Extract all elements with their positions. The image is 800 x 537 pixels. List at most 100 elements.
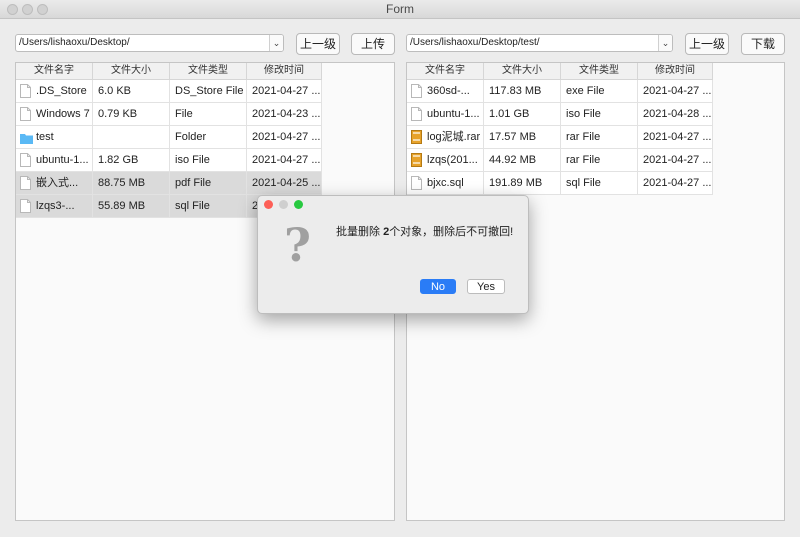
- cell-modified: 2021-04-27 ...: [638, 149, 713, 171]
- cell-text: lzqs(201...: [427, 154, 478, 166]
- local-up-button[interactable]: 上一级: [296, 33, 340, 55]
- cell-name: .DS_Store: [16, 80, 93, 102]
- chevron-down-icon[interactable]: ⌄: [658, 35, 672, 51]
- table-row[interactable]: lzqs(201... 44.92 MB rar File 2021-04-27 ..…: [407, 149, 713, 172]
- table-row[interactable]: bjxc.sql 191.89 MB sql File 2021-04-27 ...: [407, 172, 713, 195]
- cell-text: 191.89 MB: [489, 177, 543, 189]
- upload-button[interactable]: 上传: [351, 33, 395, 55]
- cell-text: 44.92 MB: [489, 154, 537, 166]
- main-window: Form /Users/lishaoxu/Desktop/ ⌄ 上一级 上传 /…: [0, 0, 800, 537]
- cell-text: pdf File: [175, 177, 212, 189]
- cell-type: sql File: [170, 195, 247, 217]
- chevron-down-icon[interactable]: ⌄: [269, 35, 283, 51]
- cell-text: File: [175, 108, 193, 120]
- remote-path-value: /Users/lishaoxu/Desktop/test/: [410, 37, 540, 48]
- dialog-message-suffix: 个对象，删除后不可撤回!: [389, 226, 514, 238]
- column-header[interactable]: 文件名字: [16, 63, 93, 79]
- archive-icon: [411, 153, 422, 171]
- cell-text: 2021-04-27 ...: [252, 131, 321, 143]
- dialog-zoom-button[interactable]: [294, 200, 303, 209]
- column-header[interactable]: 文件名字: [407, 63, 484, 79]
- cell-size: 6.0 KB: [93, 80, 170, 102]
- cell-name: 360sd-...: [407, 80, 484, 102]
- cell-modified: 2021-04-25 ...: [247, 172, 322, 194]
- cell-text: 2021-04-27 ...: [643, 85, 712, 97]
- table-row[interactable]: ubuntu-1... 1.01 GB iso File 2021-04-28 ...: [407, 103, 713, 126]
- download-button[interactable]: 下载: [741, 33, 785, 55]
- cell-size: 88.75 MB: [93, 172, 170, 194]
- cell-text: ubuntu-1...: [427, 108, 480, 120]
- local-path-combo[interactable]: /Users/lishaoxu/Desktop/ ⌄: [15, 34, 284, 52]
- cell-type: iso File: [561, 103, 638, 125]
- close-window-button[interactable]: [7, 4, 18, 15]
- cell-size: 1.01 GB: [484, 103, 561, 125]
- cell-type: rar File: [561, 149, 638, 171]
- dialog-close-button[interactable]: [264, 200, 273, 209]
- document-icon: [411, 176, 422, 194]
- cell-text: bjxc.sql: [427, 177, 464, 189]
- cell-text: 88.75 MB: [98, 177, 146, 189]
- cell-type: DS_Store File: [170, 80, 247, 102]
- cell-name: 嵌入式...: [16, 172, 93, 194]
- cell-type: Folder: [170, 126, 247, 148]
- table-row[interactable]: 360sd-... 117.83 MB exe File 2021-04-27 ...: [407, 80, 713, 103]
- cell-text: 17.57 MB: [489, 131, 537, 143]
- window-title: Form: [386, 2, 414, 16]
- cell-text: DS_Store File: [175, 85, 244, 97]
- table-row[interactable]: 嵌入式... 88.75 MB pdf File 2021-04-25 ...: [16, 172, 322, 195]
- yes-button[interactable]: Yes: [467, 279, 505, 294]
- cell-text: 55.89 MB: [98, 200, 146, 212]
- cell-text: 2021-04-25 ...: [252, 177, 321, 189]
- cell-name: lzqs3-...: [16, 195, 93, 217]
- folder-icon: [20, 130, 33, 148]
- cell-text: 1.82 GB: [98, 154, 139, 166]
- column-header[interactable]: 文件类型: [170, 63, 247, 79]
- cell-modified: 2021-04-27 ...: [247, 149, 322, 171]
- remote-path-combo[interactable]: /Users/lishaoxu/Desktop/test/ ⌄: [406, 34, 673, 52]
- table-row[interactable]: Windows 7 0.79 KB File 2021-04-23 ...: [16, 103, 322, 126]
- table-row[interactable]: .DS_Store 6.0 KB DS_Store File 2021-04-27 .…: [16, 80, 322, 103]
- no-button[interactable]: No: [420, 279, 456, 294]
- document-icon: [20, 199, 31, 217]
- table-row[interactable]: log泥城.rar 17.57 MB rar File 2021-04-27 ...: [407, 126, 713, 149]
- cell-modified: 2021-04-27 ...: [247, 80, 322, 102]
- title-bar: Form: [0, 0, 800, 19]
- cell-text: .DS_Store: [36, 85, 87, 97]
- dialog-title-bar: [258, 196, 528, 212]
- column-header[interactable]: 修改时间: [247, 63, 322, 79]
- cell-name: Windows 7: [16, 103, 93, 125]
- cell-size: 1.82 GB: [93, 149, 170, 171]
- dialog-minimize-button: [279, 200, 288, 209]
- table-header: 文件名字 文件大小 文件类型 修改时间: [407, 63, 713, 80]
- cell-text: iso File: [175, 154, 210, 166]
- cell-name: ubuntu-1...: [16, 149, 93, 171]
- dialog-message-prefix: 批量删除: [336, 226, 384, 238]
- cell-modified: 2021-04-27 ...: [247, 126, 322, 148]
- cell-text: rar File: [566, 131, 601, 143]
- column-header[interactable]: 文件大小: [484, 63, 561, 79]
- column-header[interactable]: 文件大小: [93, 63, 170, 79]
- cell-modified: 2021-04-28 ...: [638, 103, 713, 125]
- column-header[interactable]: 文件类型: [561, 63, 638, 79]
- archive-icon: [411, 130, 422, 148]
- cell-name: lzqs(201...: [407, 149, 484, 171]
- document-icon: [411, 107, 422, 125]
- cell-name: ubuntu-1...: [407, 103, 484, 125]
- cell-modified: 2021-04-27 ...: [638, 172, 713, 194]
- cell-type: pdf File: [170, 172, 247, 194]
- cell-text: 6.0 KB: [98, 85, 132, 97]
- table-row[interactable]: test Folder 2021-04-27 ...: [16, 126, 322, 149]
- document-icon: [20, 84, 31, 102]
- cell-text: iso File: [566, 108, 601, 120]
- minimize-window-button[interactable]: [22, 4, 33, 15]
- cell-name: bjxc.sql: [407, 172, 484, 194]
- table-row[interactable]: ubuntu-1... 1.82 GB iso File 2021-04-27 ...: [16, 149, 322, 172]
- remote-up-button[interactable]: 上一级: [685, 33, 729, 55]
- cell-text: 2021-04-27 ...: [643, 131, 712, 143]
- document-icon: [20, 176, 31, 194]
- column-header[interactable]: 修改时间: [638, 63, 713, 79]
- cell-size: 55.89 MB: [93, 195, 170, 217]
- zoom-window-button[interactable]: [37, 4, 48, 15]
- cell-text: 117.83 MB: [489, 85, 542, 97]
- cell-type: rar File: [561, 126, 638, 148]
